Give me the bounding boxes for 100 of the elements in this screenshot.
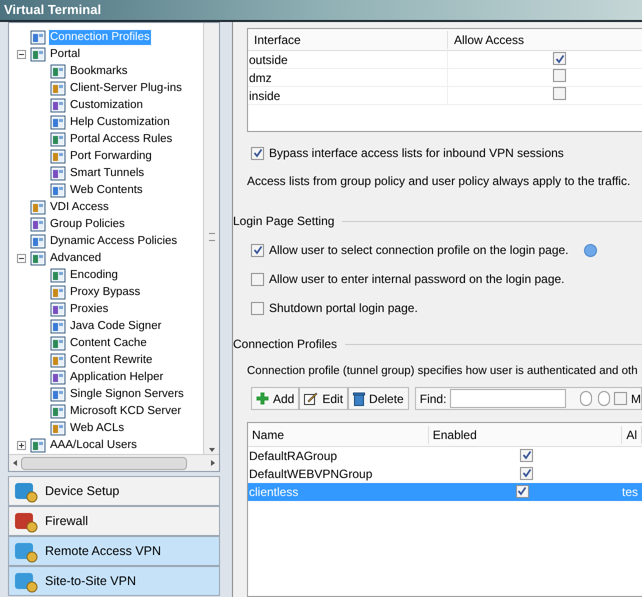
tree-item[interactable]: Encoding	[69, 268, 119, 283]
tree-item-icon	[50, 64, 66, 79]
tree-item[interactable]: VDI Access	[49, 200, 110, 215]
column-header: Al	[622, 426, 642, 444]
collapse-icon[interactable]	[17, 254, 26, 263]
nav-label: Firewall	[45, 512, 88, 530]
tree-item-icon	[50, 81, 66, 96]
tree-item-icon	[50, 115, 66, 130]
tree-item-icon	[30, 47, 46, 62]
table-cell-text: tes	[620, 484, 639, 502]
table-row[interactable]: DefaultRAGroup	[248, 447, 642, 466]
tree-item[interactable]: Microsoft KCD Server	[69, 404, 182, 419]
tree-item[interactable]: Web ACLs	[69, 421, 126, 436]
toolbar-button[interactable]: Add	[251, 387, 300, 410]
info-icon[interactable]	[584, 244, 597, 256]
tree-item[interactable]: Proxies	[69, 302, 110, 317]
tree-item-icon	[50, 387, 66, 402]
table-cell-text: clientless	[248, 484, 300, 502]
nav-label: Device Setup	[45, 482, 120, 500]
tree-item[interactable]: Help Customization	[69, 115, 171, 130]
tree-item[interactable]: Smart Tunnels	[69, 166, 146, 181]
nav-button[interactable]: Site-to-Site VPN	[8, 566, 220, 596]
tree-item-icon	[30, 251, 46, 266]
tree-item-icon	[30, 234, 46, 249]
table-cell-text: DefaultWEBVPNGroup	[248, 466, 374, 484]
find-field[interactable]	[450, 389, 566, 408]
tree-item-icon	[50, 132, 66, 147]
checkbox[interactable]	[553, 52, 566, 65]
tree-item[interactable]: Web Contents	[69, 183, 144, 198]
note-text: Access lists from group policy and user policy always apply to the traffic.	[247, 173, 632, 190]
tree-item-icon	[30, 30, 46, 45]
column-header: Allow Access	[453, 32, 526, 48]
tree-item[interactable]: Proxy Bypass	[69, 285, 142, 300]
tree-item[interactable]: Portal Access Rules	[69, 132, 174, 147]
collapse-icon[interactable]	[17, 50, 26, 59]
nav-label: Remote Access VPN	[45, 542, 162, 560]
tree-item-icon	[50, 285, 66, 300]
previous-icon[interactable]	[598, 391, 610, 406]
tree-item-icon	[50, 404, 66, 419]
checkbox[interactable]	[251, 244, 264, 256]
checkbox-label: Allow user to select connection profile on the login page.	[269, 242, 569, 259]
tree-item[interactable]: Portal	[49, 47, 82, 62]
checkbox[interactable]	[251, 302, 264, 314]
checkbox[interactable]	[520, 466, 533, 480]
tree-item-icon	[50, 370, 66, 385]
trash-icon	[353, 392, 366, 406]
table-cell: inside	[248, 86, 448, 104]
tree-item-icon	[50, 353, 66, 368]
checkbox-label: Allow user to enter internal password on the login page.	[269, 271, 565, 288]
nav-button[interactable]: Firewall	[8, 506, 220, 536]
tree-item[interactable]: Single Signon Servers	[69, 387, 185, 402]
tree-item[interactable]: Bookmarks	[69, 64, 129, 79]
tree-item-icon	[30, 438, 46, 453]
tree-item[interactable]: Content Rewrite	[69, 353, 154, 368]
toolbar-button[interactable]: Delete	[348, 387, 409, 410]
tree-item-icon	[50, 302, 66, 317]
checkbox[interactable]	[520, 448, 533, 462]
table-cell: dmz	[248, 68, 448, 86]
checkbox[interactable]	[251, 272, 264, 286]
column-header: Name	[248, 426, 429, 444]
nav-button[interactable]: Remote Access VPN	[8, 536, 220, 566]
checkbox[interactable]	[516, 484, 529, 498]
tree-item-icon	[50, 421, 66, 436]
nav-button[interactable]: Device Setup	[8, 476, 220, 506]
tree-item[interactable]: Customization	[69, 98, 144, 113]
tree-item-icon	[30, 217, 46, 232]
tree-item-icon	[50, 336, 66, 351]
next-icon[interactable]	[580, 391, 592, 406]
tree-item[interactable]: Content Cache	[69, 336, 148, 351]
edit-icon	[304, 392, 318, 406]
table-row[interactable]: DefaultWEBVPNGroup	[248, 465, 642, 484]
horizontal-scrollbar[interactable]	[9, 454, 219, 471]
tree-item[interactable]: Client-Server Plug-ins	[69, 81, 183, 96]
group-title: Login Page Setting	[233, 213, 336, 230]
vertical-scrollbar[interactable]	[203, 23, 219, 454]
tree-item[interactable]: Dynamic Access Policies	[49, 234, 178, 249]
toolbar-button[interactable]: Edit	[299, 387, 348, 410]
find-label: Find:	[420, 390, 446, 408]
description-text: Connection profile (tunnel group) specifies how user is authenticated and oth	[247, 364, 639, 379]
column-header: Interface	[248, 30, 448, 48]
tree-item[interactable]: Application Helper	[69, 370, 164, 385]
column-header: Enabled	[428, 426, 622, 444]
checkbox[interactable]	[614, 392, 627, 406]
table-cell-text: DefaultRAGroup	[248, 448, 338, 466]
checkbox-label: Shutdown portal login page.	[269, 300, 418, 317]
expand-icon[interactable]	[17, 441, 26, 450]
tree-item-icon	[50, 183, 66, 198]
window-title: Virtual Terminal	[0, 0, 642, 20]
tree-item-icon	[50, 166, 66, 181]
tree-item[interactable]: Group Policies	[49, 217, 126, 232]
checkbox[interactable]	[553, 86, 566, 100]
tree-item-icon	[50, 268, 66, 283]
tree-item[interactable]: Port Forwarding	[69, 149, 153, 164]
checkbox[interactable]	[251, 146, 264, 160]
table-cell: outside	[248, 50, 448, 68]
tree-item[interactable]: Java Code Signer	[69, 319, 162, 334]
tree-item[interactable]: Advanced	[49, 251, 102, 266]
tree-item[interactable]: AAA/Local Users	[49, 438, 138, 453]
checkbox[interactable]	[553, 68, 566, 82]
group-title: Connection Profiles	[233, 336, 338, 353]
